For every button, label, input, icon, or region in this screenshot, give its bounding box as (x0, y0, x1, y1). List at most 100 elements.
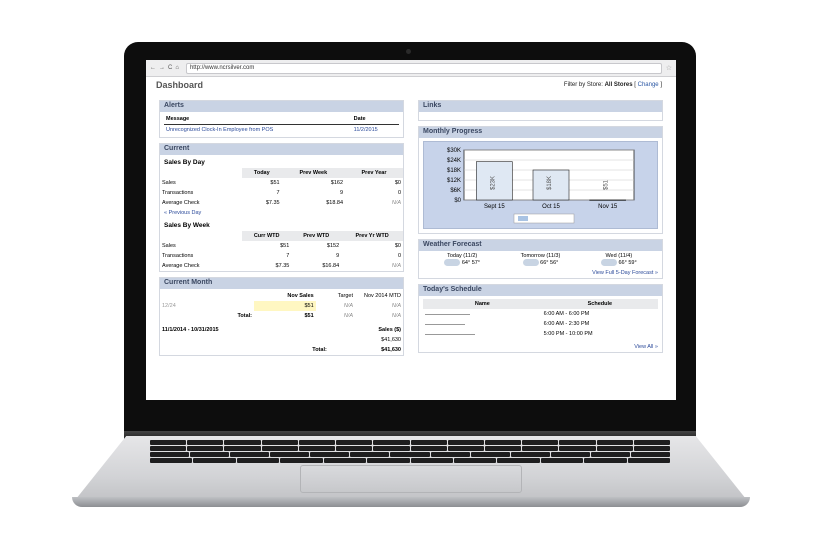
cell: $41,630 (381, 337, 401, 343)
cell: 9 (339, 190, 344, 196)
camera (406, 49, 411, 54)
col-prev-yr-wtd: Prev Yr WTD (341, 231, 403, 241)
table-row: Total: $51 N/A N/A (160, 311, 403, 321)
table-row: Average Check $7.35 $16.84 N/A (160, 261, 403, 271)
weather-high: 64° (461, 259, 471, 266)
date-range-label: 11/1/2014 - 10/31/2015 (162, 327, 219, 333)
alerts-col-message: Message (164, 114, 352, 125)
cell: $51 (270, 180, 280, 186)
col-curr-wtd: Curr WTD (242, 231, 292, 241)
schedule-title: Today's Schedule (419, 285, 662, 296)
weather-title: Weather Forecast (419, 240, 662, 251)
col-sales: Sales ($) (378, 327, 401, 333)
sales-by-day-title: Sales By Day (164, 159, 205, 166)
table-row: $41,630 (160, 335, 403, 345)
bookmark-star-icon[interactable]: ☆ (666, 64, 672, 72)
x-tick-label: Nov 15 (598, 204, 618, 210)
row-label: Sales (162, 243, 176, 249)
view-all-link[interactable]: View All » (419, 342, 662, 352)
cloud-icon (522, 259, 539, 266)
row-label: Average Check (162, 200, 200, 206)
sales-by-day-table: Today Prev Week Prev Year Sales $51 $162… (160, 168, 403, 208)
change-store-link[interactable]: Change (638, 82, 659, 88)
col-today: Today (242, 168, 282, 178)
y-tick-label: $6K (450, 188, 461, 194)
address-bar[interactable]: http://www.ncrsilver.com (185, 62, 662, 74)
weather-day-label: Wed (11/4) (605, 253, 633, 259)
monthly-progress-title: Monthly Progress (419, 127, 662, 138)
date-range-table: 11/1/2014 - 10/31/2015 Sales ($) $41,630… (160, 325, 403, 355)
cell: $0 (394, 243, 401, 249)
row-label: Transactions (162, 253, 194, 259)
links-title: Links (419, 101, 662, 112)
alert-date: 11/2/2015 (353, 127, 378, 133)
alerts-panel: Alerts Message Date Unrecognized Clock-I… (159, 100, 404, 138)
page-title: Dashboard (156, 80, 204, 90)
cell: $162 (330, 180, 344, 186)
alert-message-link[interactable]: Unrecognized Clock-In Employee from POS (164, 125, 352, 136)
right-column: Links Monthly Progress $30K $24K $18K $12K $… (418, 100, 663, 358)
home-icon[interactable]: ⌂ (175, 65, 179, 71)
store-filter: Filter by Store: All Stores [ Change ] (563, 82, 662, 88)
cell: $152 (326, 243, 340, 249)
cell: $7.35 (275, 263, 290, 269)
weather-day: Wed (11/4) 66° 59° (580, 253, 658, 266)
alerts-table: Message Date Unrecognized Clock-In Emplo… (164, 114, 399, 135)
weather-panel: Weather Forecast Today (11/2) 64° 57° To… (418, 239, 663, 279)
cell: $51 (280, 243, 290, 249)
cell: N/A (391, 200, 401, 206)
cell: $16.84 (322, 263, 340, 269)
touchpad (300, 465, 522, 493)
alerts-title: Alerts (160, 101, 403, 112)
table-row: 6:00 AM - 6:00 PM (423, 309, 658, 319)
cell: N/A (391, 303, 401, 309)
y-tick-label: $12K (447, 178, 461, 184)
cell: $51 (304, 313, 314, 319)
cloud-icon (600, 259, 617, 266)
reload-icon[interactable]: C (168, 65, 172, 71)
table-row: Sales $51 $162 $0 (160, 178, 403, 188)
full-forecast-link[interactable]: View Full 5-Day Forecast » (419, 268, 662, 278)
schedule-panel: Today's Schedule Name Schedule 6:00 AM -… (418, 284, 663, 353)
previous-day-link[interactable]: « Previous Day (160, 208, 403, 218)
table-row[interactable]: Unrecognized Clock-In Employee from POS … (164, 125, 399, 136)
sales-by-week-table: Curr WTD Prev WTD Prev Yr WTD Sales $51 … (160, 231, 403, 271)
monthly-progress-chart: $30K $24K $18K $12K $6K $0 $23K Sept 15 $18K Oct … (423, 141, 658, 229)
bar-data-label: $23K (490, 176, 496, 190)
weather-high: 66° (540, 259, 549, 266)
forward-icon[interactable]: → (159, 65, 165, 71)
x-tick-label: Sept 15 (484, 204, 505, 210)
screen: ← → C ⌂ http://www.ncrsilver.com ☆ Dashboar… (146, 60, 676, 400)
table-row: Total: $41,630 (160, 345, 403, 355)
col-name: Name (423, 299, 542, 309)
monthly-progress-panel: Monthly Progress $30K $24K $18K $12K $6K $0 $2… (418, 126, 663, 234)
address-bar-text: http://www.ncrsilver.com (189, 65, 255, 71)
col-nov-sales: Nov Sales (287, 293, 314, 299)
weather-high: 66° (618, 259, 627, 266)
cell: $18.84 (326, 200, 344, 206)
col-nov-2014-mtd: Nov 2014 MTD (364, 293, 401, 299)
cell: 0 (397, 190, 401, 196)
bar-data-label: $51 (604, 179, 610, 190)
cell: $7.35 (265, 200, 280, 206)
cell: 7 (276, 190, 280, 196)
browser-toolbar: ← → C ⌂ http://www.ncrsilver.com ☆ (146, 60, 676, 77)
page-header: Dashboard Filter by Store: All Stores [ … (146, 77, 676, 93)
y-tick-label: $18K (447, 168, 461, 174)
keyboard (150, 440, 671, 466)
row-label: Sales (162, 180, 176, 186)
employee-name (423, 329, 542, 339)
row-label: Transactions (162, 190, 194, 196)
cell: $51 (254, 301, 316, 311)
col-schedule: Schedule (541, 299, 658, 309)
cell: 9 (336, 253, 340, 259)
back-icon[interactable]: ← (150, 65, 156, 71)
col-prev-year: Prev Year (345, 168, 403, 178)
filter-value: All Stores (604, 82, 633, 88)
table-row: 12/24 $51 N/A N/A (160, 301, 403, 311)
table-row: Transactions 7 9 0 (160, 188, 403, 198)
employee-name (423, 309, 542, 319)
table-row: Transactions 7 9 0 (160, 251, 403, 261)
cell: N/A (391, 313, 401, 319)
cell: N/A (343, 303, 353, 309)
